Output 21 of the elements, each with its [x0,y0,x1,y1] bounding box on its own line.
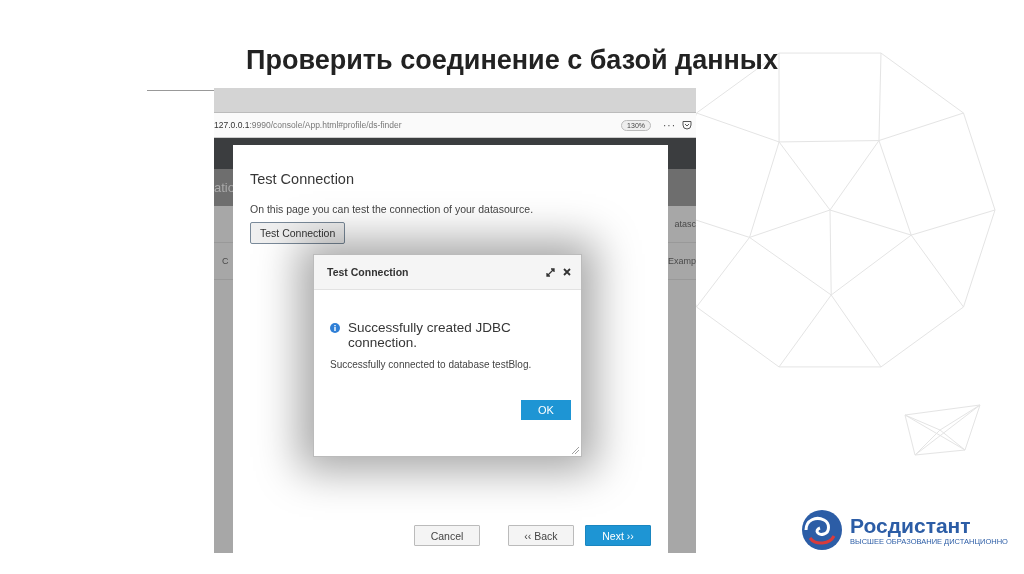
success-message: Successfully connected to database testBlog. [330,359,533,370]
column-fragment: atasc [674,219,696,229]
cell-fragment: Examp [668,256,696,266]
test-connection-button[interactable]: Test Connection [250,222,346,244]
slide-title: Проверить соединение с базой данных [245,44,779,76]
wizard-title: Test Connection [250,171,355,187]
wizard-description: On this page you can test the connection of your datasource. [250,203,535,215]
secondary-button[interactable]: ‹‹ Back [508,525,574,546]
success-heading: Successfully created JDBC connection. [348,320,512,350]
left-fragment: C [222,256,229,266]
resize-grip-icon[interactable] [571,446,579,454]
popup-title: Test Connection [327,266,410,278]
logo-icon [800,508,844,552]
logo-name: Росдистант [850,514,972,537]
url-path: :9990/console/App.html#profile/ds-finder [249,120,403,130]
close-icon[interactable] [563,268,571,276]
expand-icon[interactable] [546,267,555,277]
shield-icon[interactable] [682,120,692,130]
info-icon [330,323,340,333]
menu-button[interactable]: ··· [663,119,676,131]
secondary-button[interactable]: Cancel [414,525,480,546]
